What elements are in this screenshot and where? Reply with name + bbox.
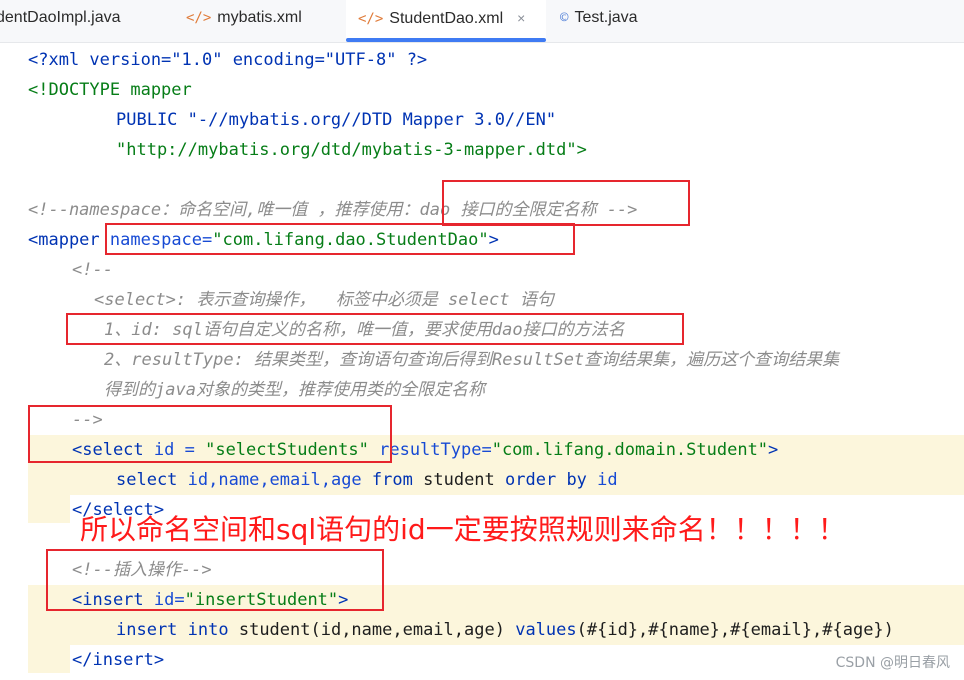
code-line-3: PUBLIC "-//mybatis.org//DTD Mapper 3.0//… — [116, 110, 557, 130]
tab-label: mybatis.xml — [217, 9, 302, 26]
code-line-1: <?xml version="1.0" encoding="UTF-8" ?> — [28, 50, 428, 70]
editor-tab-bar: dentDaoImpl.java </> mybatis.xml </> Stude… — [0, 0, 964, 43]
annotation-box-id-rule — [66, 313, 684, 345]
code-line-2: <!DOCTYPE mapper — [28, 80, 192, 100]
annotation-box-namespace — [105, 223, 575, 255]
active-tab-indicator — [346, 38, 546, 42]
tab-label: dentDaoImpl.java — [0, 9, 121, 26]
tab-student-dao-impl[interactable]: dentDaoImpl.java — [0, 0, 166, 42]
tab-mybatis-xml[interactable]: </> mybatis.xml — [186, 0, 336, 42]
tab-student-dao-xml[interactable]: </> StudentDao.xml × — [346, 0, 546, 42]
tab-test-java[interactable]: © Test.java — [560, 0, 690, 42]
code-line-4: "http://mybatis.org/dtd/mybatis-3-mapper… — [116, 140, 587, 160]
code-line-8: <!-- — [72, 260, 113, 280]
code-line-20: insert into student(id,name,email,age) v… — [116, 620, 894, 640]
tab-label: Test.java — [574, 9, 638, 26]
java-class-icon: © — [560, 10, 569, 26]
code-line-12: 得到的java对象的类型，推荐使用类的全限定名称 — [104, 380, 485, 400]
code-line-21: </insert> — [72, 650, 165, 670]
code-editor[interactable]: <?xml version="1.0" encoding="UTF-8" ?> … — [0, 43, 964, 680]
code-line-9: <select>: 表示查询操作， 标签中必须是 select 语句 — [94, 290, 554, 310]
annotation-box-select-id — [28, 405, 392, 463]
red-annotation-text: 所以命名空间和sql语句的id一定要按照规则来命名！！！！！ — [80, 513, 846, 546]
code-line-15: select id,name,email,age from student or… — [116, 470, 618, 490]
xml-file-icon: </> — [358, 11, 384, 27]
code-line-11: 2、resultType: 结果类型，查询语句查询后得到ResultSet查询结… — [104, 350, 840, 370]
close-tab-icon[interactable]: × — [517, 10, 525, 26]
tab-label: StudentDao.xml — [389, 10, 504, 27]
csdn-watermark: CSDN @明日春风 — [835, 655, 950, 671]
annotation-box-dao-fqcn — [442, 180, 690, 226]
annotation-box-insert-id — [46, 549, 384, 611]
xml-file-icon: </> — [186, 10, 212, 26]
